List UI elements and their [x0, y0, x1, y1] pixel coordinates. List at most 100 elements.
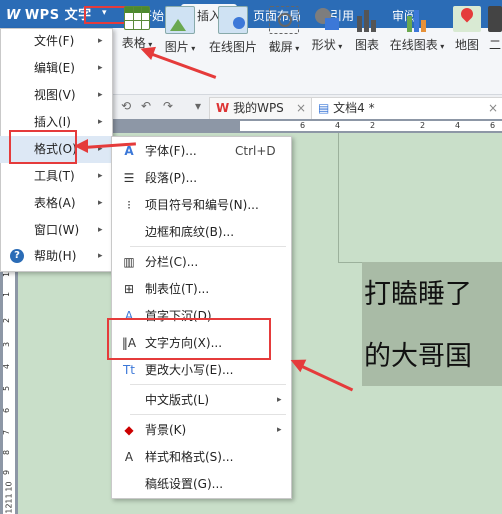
undo-dropdown-icon[interactable]: ↶	[138, 99, 154, 115]
submenu-item-borders[interactable]: 边框和底纹(B)...	[111, 219, 290, 246]
ruler-tick: 12	[4, 503, 14, 514]
document-icon: ▤	[318, 101, 330, 115]
chevron-right-icon: ▸	[277, 425, 282, 435]
picture-button[interactable]: 图片 ▾	[160, 6, 200, 55]
ruler-tick: 11	[4, 493, 14, 504]
submenu-item-manuscript[interactable]: 稿纸设置(G)...	[111, 471, 290, 498]
ruler-tick: 1	[2, 291, 12, 298]
redo-icon[interactable]: ↷	[160, 99, 176, 115]
wps-logo-icon: W	[6, 8, 21, 23]
ruler-tick: 9	[2, 469, 12, 476]
chevron-right-icon: ▸	[98, 198, 103, 208]
undo-icon[interactable]: ⟲	[118, 99, 134, 115]
more-icon[interactable]: ▾	[190, 99, 206, 115]
submenu-item-bullets[interactable]: ⁝ 项目符号和编号(N)...	[111, 192, 290, 219]
ruler-tick: 2	[370, 121, 376, 130]
picture-label: 图片	[164, 40, 189, 54]
chart-icon	[353, 6, 381, 32]
online-chart-label: 在线图表	[389, 38, 438, 52]
menu-item-view[interactable]: 视图(V) ▸	[0, 82, 111, 109]
annotation-arrow-head	[74, 139, 88, 153]
menu-item-table[interactable]: 表格(A) ▸	[0, 190, 111, 217]
help-icon: ?	[10, 249, 24, 263]
chevron-right-icon: ▸	[98, 251, 103, 261]
wps-logo-icon: W	[216, 101, 230, 115]
doc-tab-my-wps[interactable]: W 我的WPS ×	[209, 97, 313, 119]
chart-label: 图表	[354, 38, 379, 52]
ruler-tick: 8	[2, 449, 12, 456]
chevron-right-icon: ▸	[98, 117, 103, 127]
chevron-right-icon: ▸	[98, 171, 103, 181]
background-icon: ◆	[124, 423, 134, 437]
screenshot-icon	[269, 6, 299, 34]
submenu-item-paragraph[interactable]: ☰ 段落(P)...	[111, 165, 290, 192]
shapes-label: 形状	[311, 38, 336, 52]
menu-item-edit[interactable]: 编辑(E) ▸	[0, 55, 111, 82]
qr-button[interactable]: 二	[488, 6, 502, 53]
ruler-tick: 2	[420, 121, 426, 130]
online-chart-button[interactable]: 在线图表 ▾	[388, 6, 446, 53]
styles-icon: A	[124, 450, 134, 464]
shortcut-label: Ctrl+D	[235, 144, 276, 158]
menu-item-file[interactable]: 文件(F) ▸	[0, 28, 111, 55]
online-chart-icon	[403, 6, 431, 32]
submenu-item-background[interactable]: ◆ 背景(K) ▸	[111, 417, 290, 444]
submenu-item-chinese-layout[interactable]: 中文版式(L) ▸	[111, 387, 290, 414]
online-picture-label: 在线图片	[208, 40, 257, 54]
ruler-tick: 4	[335, 121, 341, 130]
app-menu-button[interactable]: W WPS 文字	[6, 4, 92, 23]
qr-label: 二	[488, 38, 501, 52]
menu-item-tools[interactable]: 工具(T) ▸	[0, 163, 111, 190]
chevron-right-icon: ▸	[98, 63, 103, 73]
text-direction-highlight	[107, 318, 271, 360]
document-text-line[interactable]: 打瞌睡了	[364, 272, 472, 311]
chevron-right-icon: ▸	[98, 225, 103, 235]
columns-icon: ▥	[123, 255, 135, 269]
paragraph-icon: ☰	[123, 171, 135, 185]
ruler-tick: 4	[2, 363, 12, 370]
qr-icon	[488, 6, 502, 32]
online-picture-button[interactable]: 在线图片	[205, 6, 261, 55]
page-margin-guide	[338, 262, 362, 263]
close-icon[interactable]: ×	[296, 98, 306, 119]
close-icon[interactable]: ×	[488, 98, 498, 119]
doc-tab-document4[interactable]: ▤ 文档4 * ×	[311, 97, 502, 119]
menu-item-window[interactable]: 窗口(W) ▸	[0, 217, 111, 244]
ruler-tick: 6	[300, 121, 306, 130]
menu-separator	[130, 414, 286, 415]
format-menu-highlight	[9, 130, 77, 164]
online-picture-icon	[218, 6, 248, 34]
doc-tab-label: 文档4 *	[333, 101, 375, 115]
bullets-icon: ⁝	[127, 198, 131, 212]
ruler-tick: 7	[2, 429, 12, 436]
chart-button[interactable]: 图表	[350, 6, 384, 53]
picture-icon	[165, 6, 195, 34]
map-button[interactable]: 地图	[452, 5, 482, 53]
submenu-item-font[interactable]: A 字体(F)... Ctrl+D	[111, 138, 290, 165]
shapes-icon	[313, 6, 341, 32]
chevron-right-icon: ▸	[98, 36, 103, 46]
ruler-tick: 6	[2, 407, 12, 414]
page-margin-guide	[338, 133, 339, 263]
submenu-item-change-case[interactable]: Tt 更改大小写(E)...	[111, 357, 290, 384]
table-icon	[124, 6, 150, 30]
ruler-tick: 4	[455, 121, 461, 130]
document-text-line[interactable]: 的大哥国	[364, 334, 472, 373]
submenu-item-tab-stops[interactable]: ⊞ 制表位(T)...	[111, 276, 290, 303]
doc-tab-label: 我的WPS	[233, 101, 284, 115]
chevron-right-icon: ▸	[98, 144, 103, 154]
app-name: WPS 文字	[24, 8, 92, 23]
map-label: 地图	[454, 38, 479, 52]
ruler-tick: 2	[2, 317, 12, 324]
shapes-button[interactable]: 形状 ▾	[308, 6, 346, 53]
submenu-item-columns[interactable]: ▥ 分栏(C)...	[111, 249, 290, 276]
chevron-right-icon: ▸	[277, 395, 282, 405]
screenshot-button[interactable]: 截屏 ▾	[266, 6, 302, 55]
ruler-tick: 3	[2, 341, 12, 348]
screenshot-label: 截屏	[268, 40, 293, 54]
submenu-item-styles[interactable]: A 样式和格式(S)...	[111, 444, 290, 471]
ruler-tick: 6	[490, 121, 496, 130]
ruler-tick: 1	[2, 271, 12, 278]
tab-stops-icon: ⊞	[123, 282, 135, 296]
ruler-tick: 5	[2, 385, 12, 392]
